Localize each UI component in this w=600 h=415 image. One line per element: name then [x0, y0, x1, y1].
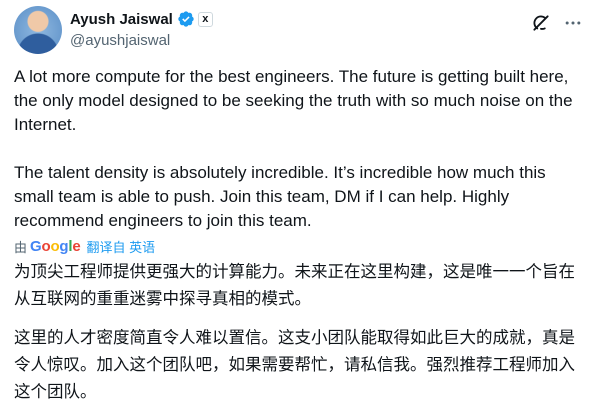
tweet-text-paragraph: A lot more compute for the best engineer…: [14, 67, 578, 134]
translated-from-link[interactable]: 翻译自 英语: [87, 237, 156, 256]
grok-icon[interactable]: [528, 10, 554, 36]
translation-attribution: 由 Google 翻译自 英语: [14, 236, 155, 256]
google-logo: Google: [30, 237, 81, 255]
author-handle[interactable]: @ayushjaiswal: [70, 32, 170, 49]
tweet-text-paragraph: The talent density is absolutely incredi…: [14, 163, 551, 230]
verified-badge-icon[interactable]: [177, 10, 195, 28]
more-options-icon[interactable]: [560, 10, 586, 36]
translated-text-paragraph: 这里的人才密度简直令人难以置信。这支小团队能取得如此巨大的成就，真是令人惊叹。加…: [14, 328, 575, 401]
affiliate-badge[interactable]: x: [197, 11, 213, 27]
avatar[interactable]: [14, 6, 62, 54]
author-name-row: Ayush Jaiswal x: [70, 9, 213, 29]
translated-by-label: 由: [14, 239, 28, 255]
author-display-name[interactable]: Ayush Jaiswal: [70, 11, 173, 28]
translated-text-paragraph: 为顶尖工程师提供更强大的计算能力。未来正在这里构建，这是唯一一个旨在从互联网的重…: [14, 262, 575, 308]
tweet-header: Ayush Jaiswal x @ayushjaiswal: [14, 6, 586, 54]
